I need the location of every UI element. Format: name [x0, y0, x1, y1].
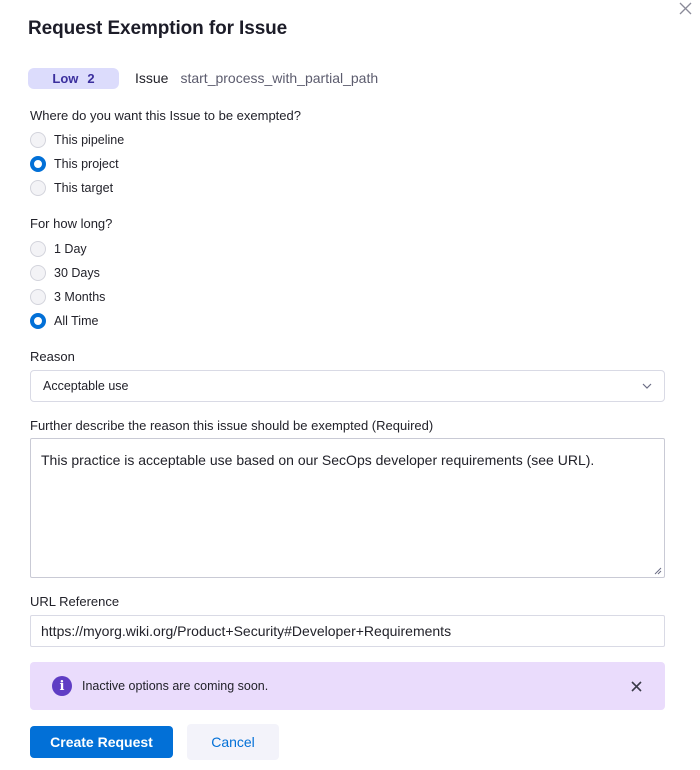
- issue-summary: Low 2 Issue start_process_with_partial_p…: [28, 67, 378, 89]
- chevron-down-icon: [642, 383, 652, 389]
- close-icon: [630, 680, 642, 692]
- description-value: This practice is acceptable use based on…: [41, 452, 595, 468]
- radio-label: 3 Months: [54, 290, 106, 304]
- radio-label: This pipeline: [54, 133, 125, 147]
- radio-3-months[interactable]: 3 Months: [30, 285, 105, 309]
- reason-label: Reason: [30, 349, 75, 364]
- dialog-title: Request Exemption for Issue: [28, 18, 288, 39]
- scope-radio-group: This pipeline This project This target: [30, 128, 124, 200]
- resize-grip-icon[interactable]: [654, 567, 662, 575]
- cancel-button[interactable]: Cancel: [187, 724, 279, 760]
- radio-circle[interactable]: [30, 241, 46, 257]
- close-button[interactable]: [676, 0, 694, 16]
- issue-label: Issue: [135, 70, 169, 86]
- url-reference-value: https://myorg.wiki.org/Product+Security#…: [41, 623, 452, 639]
- radio-circle[interactable]: [30, 132, 46, 148]
- close-icon: [679, 2, 691, 14]
- callout-close-button[interactable]: [629, 679, 643, 693]
- radio-label: 1 Day: [54, 242, 87, 256]
- info-callout: i Inactive options are coming soon.: [30, 662, 665, 710]
- radio-circle[interactable]: [30, 180, 46, 196]
- radio-circle[interactable]: [30, 289, 46, 305]
- reason-selected-value: Acceptable use: [43, 379, 129, 393]
- severity-label: Low: [52, 70, 79, 86]
- severity-badge: Low 2: [28, 67, 119, 89]
- duration-radio-group: 1 Day 30 Days 3 Months All Time: [30, 237, 105, 333]
- radio-1-day[interactable]: 1 Day: [30, 237, 105, 261]
- radio-label: All Time: [54, 314, 99, 328]
- radio-this-target[interactable]: This target: [30, 176, 124, 200]
- description-label: Further describe the reason this issue s…: [30, 418, 434, 433]
- url-reference-label: URL Reference: [30, 594, 120, 609]
- radio-label: This target: [54, 181, 114, 195]
- radio-30-days[interactable]: 30 Days: [30, 261, 105, 285]
- callout-text: Inactive options are coming soon.: [82, 679, 269, 693]
- radio-this-project[interactable]: This project: [30, 152, 124, 176]
- request-exemption-dialog: Request Exemption for Issue Low 2 Issue …: [0, 0, 700, 770]
- radio-circle[interactable]: [30, 156, 46, 172]
- description-textarea[interactable]: This practice is acceptable use based on…: [30, 438, 665, 578]
- severity-count: 2: [87, 70, 95, 86]
- radio-label: 30 Days: [54, 266, 100, 280]
- radio-this-pipeline[interactable]: This pipeline: [30, 128, 124, 152]
- radio-circle[interactable]: [30, 265, 46, 281]
- radio-circle[interactable]: [30, 313, 46, 329]
- url-reference-input[interactable]: https://myorg.wiki.org/Product+Security#…: [30, 615, 665, 647]
- create-request-button[interactable]: Create Request: [30, 726, 173, 758]
- issue-name: start_process_with_partial_path: [180, 70, 379, 86]
- radio-all-time[interactable]: All Time: [30, 309, 105, 333]
- radio-label: This project: [54, 157, 119, 171]
- scope-question: Where do you want this Issue to be exemp…: [30, 108, 301, 123]
- duration-question: For how long?: [30, 216, 113, 231]
- info-icon: i: [52, 676, 72, 696]
- reason-select[interactable]: Acceptable use: [30, 370, 665, 402]
